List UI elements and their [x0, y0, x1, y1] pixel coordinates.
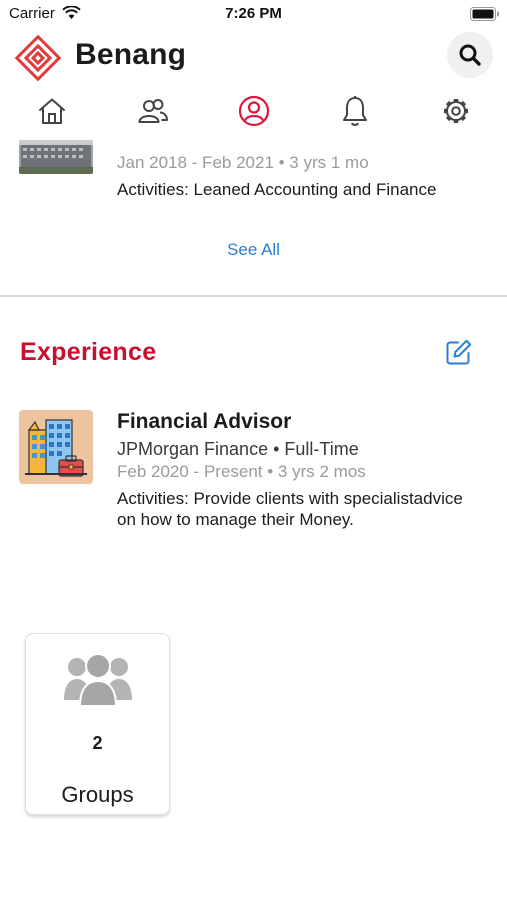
benang-logo — [14, 34, 62, 82]
app-header: Benang — [0, 28, 507, 88]
profile-icon — [238, 95, 270, 127]
nav-home[interactable] — [34, 94, 70, 128]
groups-card[interactable]: 2 Groups — [25, 633, 170, 815]
search-icon — [459, 44, 481, 66]
group-icon — [64, 653, 132, 707]
edit-icon — [446, 339, 472, 365]
app-brand-title: Benang — [75, 38, 187, 71]
search-button[interactable] — [447, 32, 493, 78]
battery-icon — [470, 7, 499, 21]
experience-section-title: Experience — [20, 338, 157, 366]
education-thumbnail — [19, 140, 93, 174]
see-all-link[interactable]: See All — [0, 240, 507, 260]
nav-people[interactable] — [135, 94, 171, 128]
main-nav — [0, 90, 507, 132]
home-icon — [39, 98, 65, 124]
company-logo — [19, 410, 93, 484]
edit-experience-button[interactable] — [445, 338, 473, 366]
groups-count: 2 — [92, 733, 103, 753]
education-dates: Jan 2018 - Feb 2021 • 3 yrs 1 mo — [117, 153, 369, 172]
job-company: JPMorgan Finance • Full-Time — [117, 439, 359, 459]
education-activities: Activities: Leaned Accounting and Financ… — [117, 180, 437, 199]
status-bar: Carrier 7:26 PM — [0, 0, 507, 28]
nav-profile[interactable] — [236, 94, 272, 128]
groups-label: Groups — [61, 782, 134, 807]
bell-icon — [343, 96, 367, 126]
gear-icon — [444, 99, 468, 123]
nav-notifications[interactable] — [337, 94, 373, 128]
job-title: Financial Advisor — [117, 410, 292, 433]
building-photo — [19, 140, 93, 174]
job-dates: Feb 2020 - Present • 3 yrs 2 mos — [117, 462, 366, 481]
job-activities: Activities: Provide clients with special… — [117, 489, 463, 529]
nav-settings[interactable] — [438, 94, 474, 128]
office-building-icon — [25, 419, 87, 477]
status-time: 7:26 PM — [225, 5, 282, 22]
people-icon — [138, 99, 168, 123]
section-divider — [0, 295, 507, 297]
